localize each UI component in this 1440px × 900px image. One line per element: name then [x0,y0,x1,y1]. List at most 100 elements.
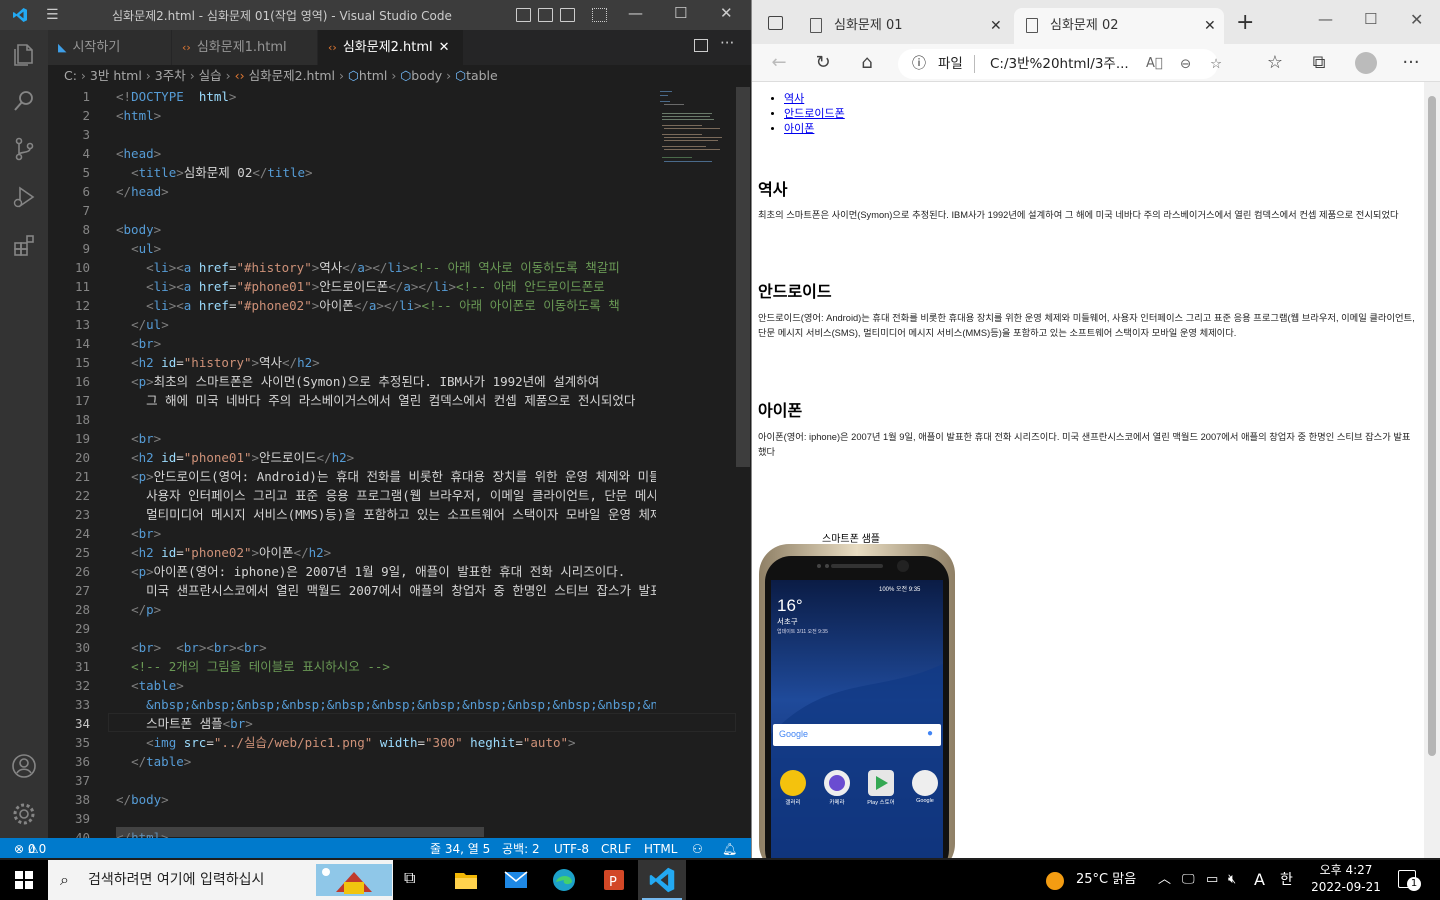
scroll-thumb[interactable] [1428,96,1436,756]
code-line[interactable]: <p>아이폰(영어: iphone)은 2007년 1월 9일, 애플이 발표한… [116,562,656,581]
input-language[interactable]: 한 [1280,860,1293,900]
address-bar[interactable]: ⓘ 파일 C:/3반%20html/3주... A᪲ ⊖ ☆ [898,49,1222,79]
browser-tab-1[interactable]: 심화문제 01 ✕ [798,8,1010,44]
code-line[interactable]: </body> [116,790,656,809]
code-line[interactable]: <h2 id="phone01">안드로이드</h2> [116,448,656,467]
breadcrumb-item[interactable]: 심화문제2.html [249,68,335,83]
code-line[interactable]: </table> [116,752,656,771]
code-line[interactable]: <title>심화문제 02</title> [116,163,656,182]
volume-muted-icon[interactable]: 🔇︎ [1228,860,1236,900]
home-icon[interactable]: ⌂ [854,50,880,76]
breadcrumb-item[interactable]: 3주차 [155,68,186,83]
code-line[interactable]: <li><a href="#phone02">아이폰</a></li><!-- … [116,296,656,315]
code-line[interactable]: <br> <br><br><br> [116,638,656,657]
code-line[interactable]: </p> [116,600,656,619]
close-tab-icon[interactable]: ✕ [990,8,1002,44]
code-line[interactable]: <p>최초의 스마트폰은 사이먼(Symon)으로 추정된다. IBM사가 19… [116,372,656,391]
code-line[interactable]: <!-- 2개의 그림을 테이블로 표시하시오 --> [116,657,656,676]
code-line[interactable]: </head> [116,182,656,201]
favorites-icon[interactable]: ☆ [1262,50,1288,76]
breadcrumb-item[interactable]: body [411,68,442,83]
notifications-bell-icon[interactable]: 🔔︎ [722,838,737,858]
new-tab-icon[interactable]: + [1236,10,1254,35]
read-aloud-icon[interactable]: A᪲ [1146,49,1163,79]
code-line[interactable]: &nbsp;&nbsp;&nbsp;&nbsp;&nbsp;&nbsp;&nbs… [116,695,656,714]
vertical-scrollbar[interactable] [736,87,750,467]
link-android[interactable]: 안드로이드폰 [784,108,845,120]
code-line[interactable]: <img src="../실습/web/pic1.png" width="300… [116,733,656,752]
problems-status[interactable]: ⊗ 0 ⚠ 0 [14,838,46,858]
breadcrumb-item[interactable]: html [359,68,387,83]
tab-file-2[interactable]: ‹› 심화문제2.html ✕ [318,30,464,65]
code-line[interactable]: <p>안드로이드(영어: Android)는 휴대 전화를 비롯한 휴대용 장치… [116,467,656,486]
code-line[interactable]: <h2 id="phone02">아이폰</h2> [116,543,656,562]
minimap[interactable] [660,87,740,167]
extensions-icon[interactable] [10,231,38,259]
toggle-secondary-sidebar-icon[interactable] [560,8,575,22]
code-line[interactable]: 사용자 인터페이스 그리고 표준 응용 프로그램(웹 브라우저, 이메일 클라이… [116,486,656,505]
minimize-button[interactable]: — [1318,10,1333,28]
maximize-button[interactable]: ☐ [674,6,687,21]
windows-start-icon[interactable] [15,871,33,889]
tab-welcome[interactable]: ◣ 시작하기 [48,30,172,65]
page-scrollbar[interactable] [1424,82,1440,858]
code-line[interactable]: 멀티미디어 메시지 서비스(MMS)등)을 포함하고 있는 소프트웨어 스택이자… [116,505,656,524]
encoding-status[interactable]: UTF-8 [554,838,589,858]
close-tab-icon[interactable]: ✕ [439,40,450,55]
code-line[interactable]: <table> [116,676,656,695]
code-line[interactable]: <br> [116,524,656,543]
code-line[interactable]: <li><a href="#history">역사</a></li><!-- 아… [116,258,656,277]
tab-actions-icon[interactable] [768,16,783,30]
cursor-position[interactable]: 줄 34, 열 5 [430,838,490,858]
breadcrumb-item[interactable]: 실습 [199,68,222,83]
hamburger-menu-icon[interactable]: ☰ [46,8,59,22]
horizontal-scrollbar[interactable] [116,827,484,837]
ime-mode[interactable]: A [1254,860,1265,900]
explorer-icon[interactable] [10,40,38,68]
link-history[interactable]: 역사 [784,93,804,105]
browser-tab-2[interactable]: 심화문제 02 ✕ [1014,8,1224,44]
breadcrumb-item[interactable]: C: [64,68,77,83]
code-line[interactable]: <head> [116,144,656,163]
minimize-button[interactable]: — [628,6,643,21]
feedback-icon[interactable]: ⚇ [692,838,703,858]
breadcrumb-item[interactable]: table [466,68,498,83]
breadcrumb-item[interactable]: 3반 html [90,68,142,83]
code-line[interactable]: </ul> [116,315,656,334]
network-icon[interactable]: 🖵︎ [1182,860,1195,900]
mail-icon[interactable] [500,864,532,896]
add-favorite-icon[interactable]: ☆ [1210,49,1222,79]
battery-icon[interactable]: ▭ [1206,860,1218,900]
notification-center-icon[interactable]: 1 [1398,870,1421,891]
code-editor[interactable]: 1 2 3 4 5 6 7 8 9 10 11 12 13 14 15 16 17 18 19 20 21 22 23 24 2… [48,87,751,838]
code-line[interactable]: 미국 샌프란시스코에서 열린 맥월드 2007에서 애플의 창업자 중 한명인 … [116,581,656,600]
eol-status[interactable]: CRLF [601,838,631,858]
back-arrow-icon[interactable]: ← [766,50,792,76]
collections-icon[interactable]: ⧉ [1306,50,1332,76]
show-hidden-icons-chevron-icon[interactable]: ︿ [1158,860,1171,900]
manage-gear-icon[interactable] [10,800,38,828]
code-line[interactable]: <li><a href="#phone01">안드로이드폰</a></li><!… [116,277,656,296]
close-tab-icon[interactable]: ✕ [1204,8,1216,44]
code-line[interactable]: <br> [116,429,656,448]
powerpoint-icon[interactable]: P [598,864,630,896]
taskbar-search-box[interactable]: ⌕ 검색하려면 여기에 입력하십시 [48,860,393,900]
code-line[interactable]: 그 해에 미국 네바다 주의 라스베이거스에서 열린 컴덱스에서 컨셉 제품으로… [116,391,656,410]
task-view-icon[interactable]: ⧉ [404,868,415,888]
accounts-icon[interactable] [10,752,38,780]
code-line[interactable]: <ul> [116,239,656,258]
language-mode[interactable]: HTML [644,838,677,858]
code-line[interactable]: 스마트폰 샘플<br> [116,714,656,733]
vscode-taskbar-item[interactable] [638,860,686,900]
clock[interactable]: 오후 4:27 2022-09-21 [1306,862,1386,896]
maximize-button[interactable]: ☐ [1364,10,1377,28]
code-line[interactable]: <html> [116,106,656,125]
search-icon[interactable] [10,87,38,115]
customize-layout-icon[interactable] [592,8,607,22]
refresh-icon[interactable]: ↻ [810,50,836,76]
close-button[interactable]: ✕ [1410,10,1423,29]
code-line[interactable]: <br> [116,334,656,353]
code-line[interactable]: <body> [116,220,656,239]
settings-more-icon[interactable]: ··· [1398,50,1424,76]
tab-file-1[interactable]: ‹› 심화문제1.html [172,30,318,65]
